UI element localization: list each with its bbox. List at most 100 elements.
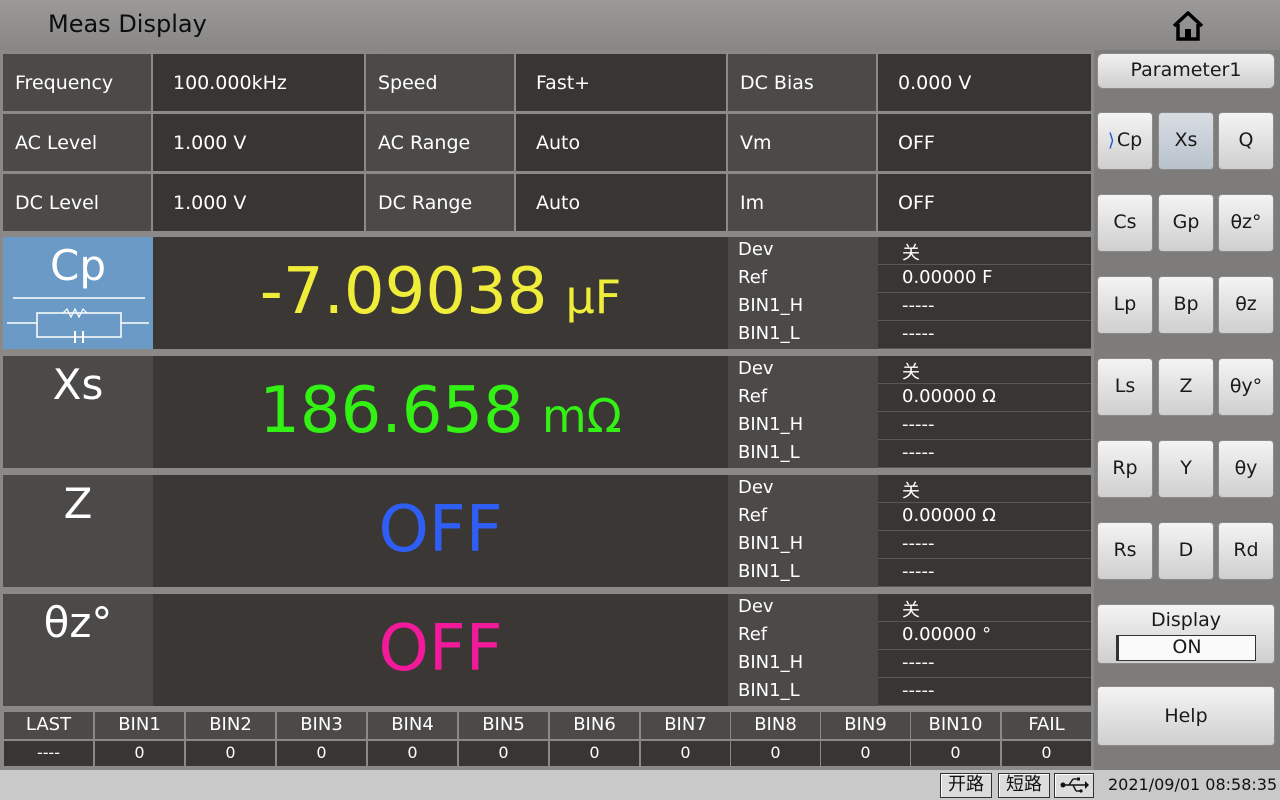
bin-count: 0 — [821, 741, 910, 766]
dc-bias-value[interactable]: 0.000 V — [878, 54, 1091, 111]
bin1-low-label: BIN1_L — [728, 559, 878, 587]
home-button[interactable] — [1168, 8, 1208, 44]
status-bar: 开路 短路 2021/09/01 08:58:35 — [0, 770, 1280, 800]
measurement-row-xs: Xs 186.658 mΩ Dev 关 Ref 0.00000 Ω BIN1_H … — [3, 356, 1091, 468]
bin1-high-value: ----- — [878, 293, 1091, 321]
open-circuit-button[interactable]: 开路 — [940, 773, 992, 798]
param-z-button[interactable]: Z — [3, 475, 153, 587]
bin-count: 0 — [186, 741, 275, 766]
bin-count-fail: 0 — [1002, 741, 1091, 766]
help-button[interactable]: Help — [1097, 686, 1275, 746]
bin1-low-label: BIN1_L — [728, 440, 878, 468]
param-xs-button[interactable]: Xs — [3, 356, 153, 468]
param-btn-label: Cs — [1113, 211, 1137, 233]
param-btn-lp[interactable]: Lp — [1097, 276, 1153, 334]
bin1-high-value: ----- — [878, 531, 1091, 559]
param-cp-button[interactable]: Cp — [3, 237, 153, 349]
param-btn-theta-z[interactable]: θz — [1218, 276, 1274, 334]
param-btn-ls[interactable]: Ls — [1097, 358, 1153, 416]
measurement-value-z: OFF — [153, 475, 728, 587]
dc-level-label: DC Level — [3, 174, 151, 231]
ac-range-label: AC Range — [366, 114, 514, 171]
bin-header-last: LAST — [4, 712, 93, 739]
ref-value: 0.00000 Ω — [878, 384, 1091, 412]
param-btn-label: D — [1178, 539, 1194, 561]
param-name: Z — [63, 479, 93, 528]
bin-header: BIN2 — [186, 712, 275, 739]
bin-count: 0 — [911, 741, 1000, 766]
param-btn-d[interactable]: D — [1158, 522, 1214, 580]
param-btn-cp[interactable]: ⟩ Cp — [1097, 112, 1153, 170]
display-toggle-button[interactable]: Display ON — [1097, 604, 1275, 664]
bin1-high-label: BIN1_H — [728, 293, 878, 321]
bin1-low-label: BIN1_L — [728, 321, 878, 349]
bin-header: BIN10 — [911, 712, 1000, 739]
bin-count: 0 — [459, 741, 548, 766]
value-number: OFF — [378, 612, 503, 686]
bin1-high-label: BIN1_H — [728, 531, 878, 559]
measurement-row-cp: Cp -7.09038 μF Dev 关 Ref 0.00000 F BIN1_H… — [3, 237, 1091, 349]
param-btn-label: Q — [1238, 129, 1254, 151]
ref-label: Ref — [728, 622, 878, 650]
param-name: Xs — [52, 360, 104, 409]
parallel-circuit-icon — [7, 297, 149, 343]
measurement-value-cp: -7.09038 μF — [153, 237, 728, 349]
param-btn-label: Rp — [1112, 457, 1138, 479]
param-btn-label: Lp — [1113, 293, 1137, 315]
bin-count: 0 — [641, 741, 730, 766]
param-btn-y[interactable]: Y — [1158, 440, 1214, 498]
ref-label: Ref — [728, 265, 878, 293]
param-btn-rp[interactable]: Rp — [1097, 440, 1153, 498]
bin1-low-label: BIN1_L — [728, 678, 878, 706]
dev-label: Dev — [728, 594, 878, 622]
ref-value: 0.00000 ° — [878, 622, 1091, 650]
ac-range-value[interactable]: Auto — [516, 114, 726, 171]
display-label: Display — [1150, 609, 1222, 631]
bin1-high-value: ----- — [878, 412, 1091, 440]
param-theta-z-deg-button[interactable]: θz° — [3, 594, 153, 706]
measurement-row-z: Z OFF Dev 关 Ref 0.00000 Ω BIN1_H ----- B… — [3, 475, 1091, 587]
frequency-value[interactable]: 100.000kHz — [153, 54, 364, 111]
param-btn-gp[interactable]: Gp — [1158, 194, 1214, 252]
dc-level-value[interactable]: 1.000 V — [153, 174, 364, 231]
speed-label: Speed — [366, 54, 514, 111]
ac-level-value[interactable]: 1.000 V — [153, 114, 364, 171]
bin-header: BIN3 — [277, 712, 366, 739]
param-btn-theta-y-deg[interactable]: θy° — [1218, 358, 1274, 416]
speed-value[interactable]: Fast+ — [516, 54, 726, 111]
bin-header-fail: FAIL — [1002, 712, 1091, 739]
param-btn-theta-y[interactable]: θy — [1218, 440, 1274, 498]
param-btn-label: θy — [1234, 457, 1258, 479]
param-btn-theta-z-deg[interactable]: θz° — [1218, 194, 1274, 252]
im-value[interactable]: OFF — [878, 174, 1091, 231]
dev-label: Dev — [728, 237, 878, 265]
measurement-row-theta-z-deg: θz° OFF Dev 关 Ref 0.00000 ° BIN1_H -----… — [3, 594, 1091, 706]
param-btn-label: θz — [1235, 293, 1257, 315]
bin-count: 0 — [277, 741, 366, 766]
bin-header: BIN4 — [368, 712, 457, 739]
dev-label: Dev — [728, 475, 878, 503]
bin1-high-value: ----- — [878, 650, 1091, 678]
short-circuit-button[interactable]: 短路 — [998, 773, 1050, 798]
home-icon — [1172, 11, 1204, 41]
bin1-low-value: ----- — [878, 559, 1091, 587]
bin-header: BIN8 — [731, 712, 820, 739]
vm-value[interactable]: OFF — [878, 114, 1091, 171]
display-state: ON — [1116, 635, 1256, 661]
bin-header: BIN9 — [821, 712, 910, 739]
param-btn-cs[interactable]: Cs — [1097, 194, 1153, 252]
datetime: 2021/09/01 08:58:35 — [1108, 775, 1278, 794]
bin1-high-label: BIN1_H — [728, 650, 878, 678]
parameter-panel-header[interactable]: Parameter1 — [1097, 53, 1275, 89]
param-btn-bp[interactable]: Bp — [1158, 276, 1214, 334]
param-btn-rd[interactable]: Rd — [1218, 522, 1274, 580]
param-name: θz° — [43, 598, 113, 647]
usb-button[interactable] — [1054, 773, 1094, 798]
dc-range-value[interactable]: Auto — [516, 174, 726, 231]
param-btn-z[interactable]: Z — [1158, 358, 1214, 416]
param-btn-rs[interactable]: Rs — [1097, 522, 1153, 580]
param-name: Cp — [50, 241, 106, 290]
param-btn-q[interactable]: Q — [1218, 112, 1274, 170]
param-btn-xs[interactable]: Xs — [1158, 112, 1214, 170]
bin-count-last: ---- — [4, 741, 93, 766]
